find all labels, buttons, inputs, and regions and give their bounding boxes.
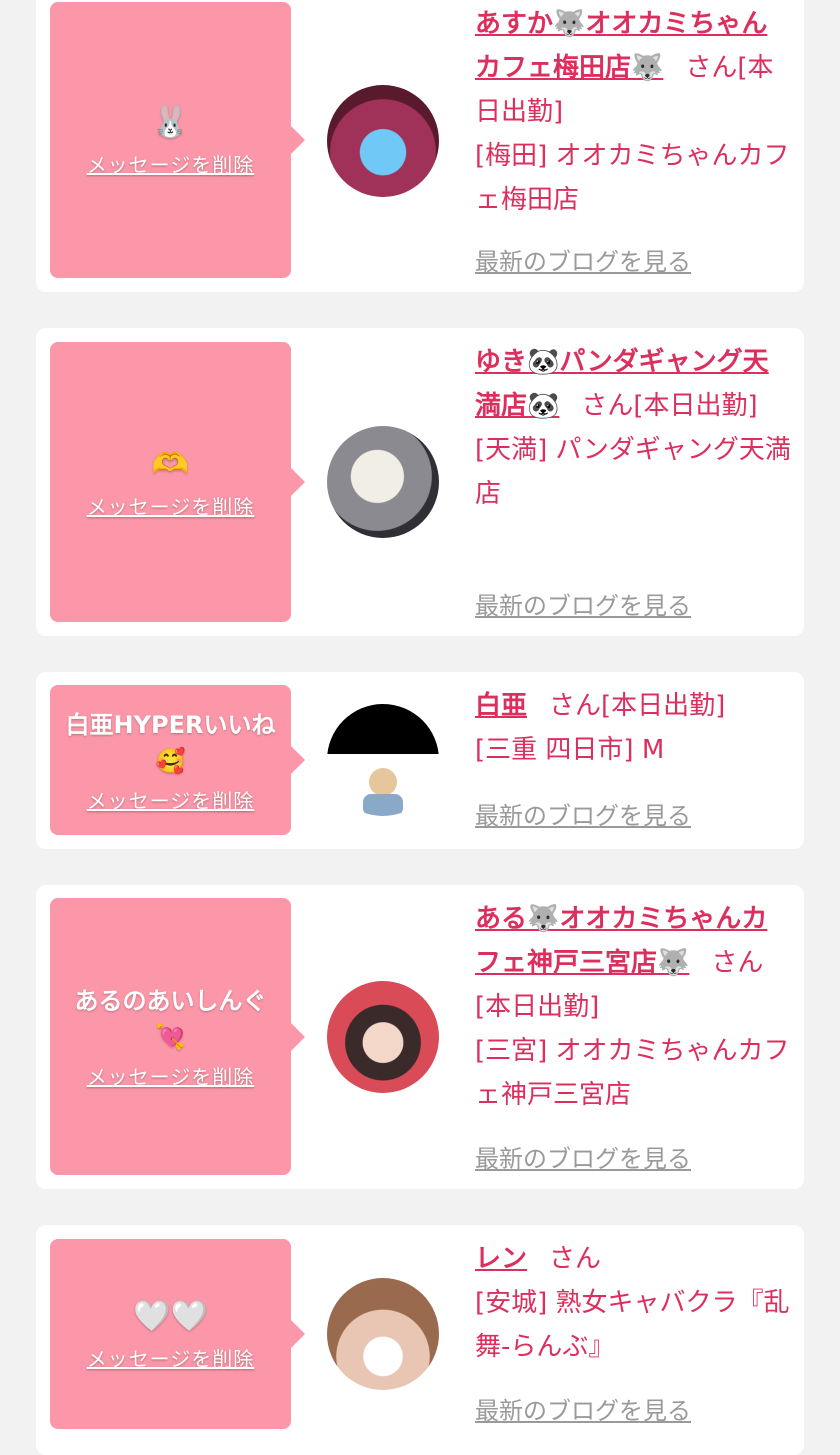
delete-message-link[interactable]: メッセージを削除 [87,785,255,814]
latest-blog-link[interactable]: 最新のブログを見る [475,242,691,277]
message-bubble: 白亜HYPERいいね🥰 メッセージを削除 [50,685,291,835]
delete-message-link[interactable]: メッセージを削除 [87,1061,255,1090]
message-bubble: あるのあいしんぐ💘 メッセージを削除 [50,898,291,1175]
avatar[interactable] [327,426,439,538]
cast-info: ある🐺オオカミちゃんカフェ神戸三宮店🐺 さん[本日出勤] [三宮] オオカミちゃん… [475,897,793,1117]
cast-info: 白亜 さん[本日出勤] [三重 四日市] M [475,684,793,772]
latest-blog-link[interactable]: 最新のブログを見る [475,586,691,621]
avatar[interactable] [327,981,439,1093]
delete-message-link[interactable]: メッセージを削除 [87,491,255,520]
avatar[interactable] [327,85,439,197]
shop-info: [三宮] オオカミちゃんカフェ神戸三宮店 [475,1036,790,1110]
message-card: あるのあいしんぐ💘 メッセージを削除 ある🐺オオカミちゃんカフェ神戸三宮店🐺 さん… [36,885,804,1189]
delete-message-link[interactable]: メッセージを削除 [87,149,255,178]
message-card: 🫶 メッセージを削除 ゆき🐼パンダギャング天満店🐼 さん[本日出勤] [天満] パ… [36,328,804,636]
cast-info: あすか🐺オオカミちゃんカフェ梅田店🐺 さん[本日出勤] [梅田] オオカミちゃんカ… [475,2,793,222]
message-bubble: 🤍🤍 メッセージを削除 [50,1239,291,1429]
latest-blog-link[interactable]: 最新のブログを見る [475,1391,691,1426]
message-card: 🐰 メッセージを削除 あすか🐺オオカミちゃんカフェ梅田店🐺 さん[本日出勤] [梅… [36,0,804,292]
message-text: あるのあいしんぐ💘 [74,987,267,1051]
cast-status: さん [549,1244,602,1274]
avatar-image [327,704,439,816]
message-text: 🐰 [151,104,190,140]
message-card: 白亜HYPERいいね🥰 メッセージを削除 白亜 さん[本日出勤] [三重 四日市]… [36,672,804,849]
cast-info: レン さん [安城] 熟女キャバクラ『乱舞-らんぶ』 [475,1237,793,1369]
message-bubble: 🫶 メッセージを削除 [50,342,291,622]
cast-name-link[interactable]: レン [475,1244,527,1274]
message-text: 白亜HYPERいいね🥰 [65,710,276,775]
latest-blog-link[interactable]: 最新のブログを見る [475,796,691,831]
message-card: 🤍🤍 メッセージを削除 レン さん [安城] 熟女キャバクラ『乱舞-らんぶ』 最新… [36,1225,804,1455]
avatar[interactable] [327,1278,439,1390]
avatar[interactable] [327,704,439,816]
message-bubble: 🐰 メッセージを削除 [50,2,291,278]
cast-status: さん[本日出勤] [549,691,726,721]
shop-info: [安城] 熟女キャバクラ『乱舞-らんぶ』 [475,1288,790,1362]
message-text: 🫶 [151,446,190,482]
shop-info: [天満] パンダギャング天満店 [475,435,791,509]
delete-message-link[interactable]: メッセージを削除 [87,1343,255,1372]
latest-blog-link[interactable]: 最新のブログを見る [475,1139,691,1174]
shop-info: [梅田] オオカミちゃんカフェ梅田店 [475,141,790,215]
cast-status: さん[本日出勤] [581,391,758,421]
cast-info: ゆき🐼パンダギャング天満店🐼 さん[本日出勤] [天満] パンダギャング天満店 [475,340,793,516]
shop-info: [三重 四日市] M [475,735,665,765]
cast-name-link[interactable]: 白亜 [475,691,527,721]
message-text: 🤍🤍 [133,1298,208,1334]
